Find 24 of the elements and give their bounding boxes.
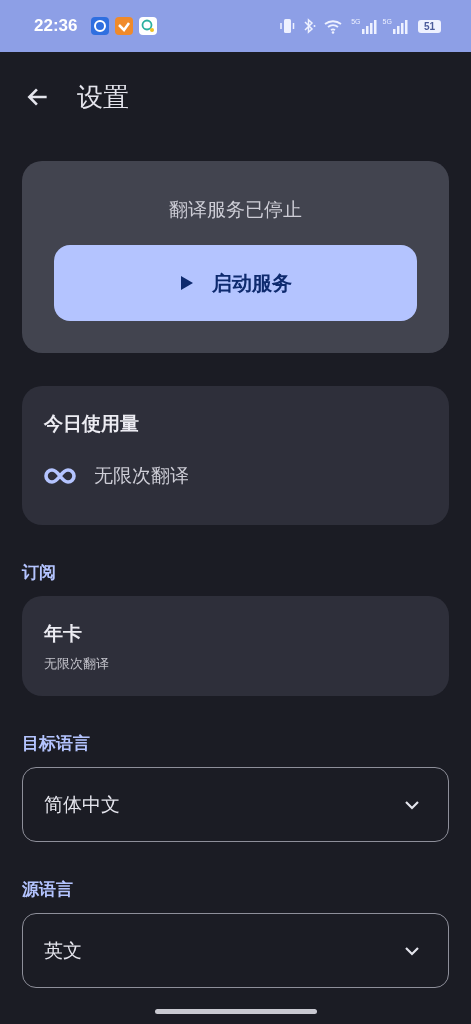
signal-icon [360,20,377,34]
status-time: 22:36 [34,16,78,36]
chevron-down-icon [404,945,420,956]
vibrate-icon [279,17,296,35]
signal-icon [391,20,408,34]
service-status: 翻译服务已停止 [169,197,302,222]
bluetooth-icon [301,17,318,35]
section-label: 目标语言 [22,732,91,755]
usage-title: 今日使用量 [44,411,140,436]
plan-name: 年卡 [44,621,83,646]
language-dropdown[interactable]: 英文 [22,913,449,988]
start-service-button[interactable]: 启动服务 [54,245,417,321]
section-label: 订阅 [22,561,57,584]
subscription-card[interactable]: 年卡 无限次翻译 [22,596,449,696]
chat-icon [139,17,158,35]
section-label: 源语言 [22,878,74,901]
infinity-icon [44,467,76,485]
plan-description: 无限次翻译 [44,655,110,673]
play-icon [179,275,194,291]
battery-indicator: 51 [417,19,441,33]
language-dropdown[interactable]: 简体中文 [22,767,449,842]
page-title: 设置 [77,80,129,114]
chevron-down-icon [404,799,420,810]
usage-value: 无限次翻译 [94,463,189,488]
